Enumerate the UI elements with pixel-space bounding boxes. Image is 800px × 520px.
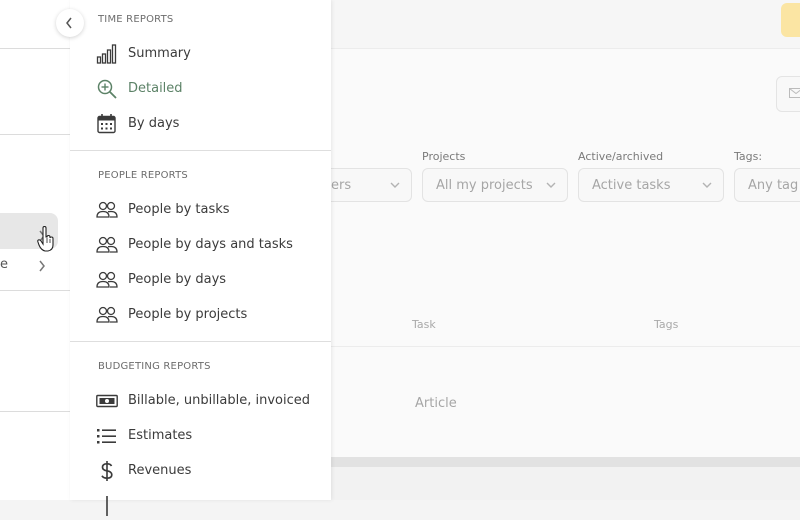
chevron-down-icon [545, 179, 557, 191]
menu-item-label: By days [128, 116, 179, 131]
active-archived-select[interactable]: Active tasks [578, 168, 724, 202]
menu-item-partial[interactable] [96, 492, 326, 520]
active-archived-label: Active/archived [578, 150, 663, 163]
mail-icon [789, 88, 800, 98]
dollar-icon [96, 495, 118, 517]
select-value: Active tasks [592, 178, 670, 193]
calendar-icon [96, 113, 118, 135]
divider [0, 134, 70, 135]
menu-item-label: People by days [128, 272, 226, 287]
menu-item-label: Estimates [128, 428, 192, 443]
menu-item-people-by-projects[interactable]: People by projects [96, 301, 326, 329]
menu-item-people-by-days[interactable]: People by days [96, 266, 326, 294]
section-divider [70, 341, 331, 342]
menu-item-label: Summary [128, 46, 191, 61]
bar-chart-icon [96, 43, 118, 65]
menu-item-label: Detailed [128, 81, 183, 96]
menu-item-label: People by projects [128, 307, 247, 322]
tags-label: Tags: [734, 150, 762, 163]
people-icon [96, 199, 118, 221]
horizontal-scrollbar[interactable] [331, 457, 800, 467]
banknote-icon [96, 390, 118, 412]
select-value: All my projects [436, 178, 533, 193]
tags-placeholder: Any tag [748, 178, 798, 193]
menu-item-detailed[interactable]: Detailed [96, 75, 326, 103]
zoom-in-icon [96, 78, 118, 100]
section-title-budgeting-reports: BUDGETING REPORTS [98, 361, 211, 372]
chevron-down-icon [389, 179, 401, 191]
menu-item-people-by-days-and-tasks[interactable]: People by days and tasks [96, 231, 326, 259]
table-cell-task: Article [415, 396, 457, 411]
projects-label: Projects [422, 150, 465, 163]
chevron-right-icon[interactable] [38, 258, 46, 276]
divider [0, 290, 70, 291]
section-title-time-reports: TIME REPORTS [98, 14, 173, 25]
menu-item-revenues[interactable]: Revenues [96, 457, 326, 485]
select-value: ers [331, 178, 351, 193]
email-button[interactable] [776, 76, 800, 112]
column-header-tags: Tags [654, 318, 678, 331]
nav-item-label[interactable]: e [0, 257, 8, 272]
people-icon [96, 304, 118, 326]
collapse-sidebar-button[interactable] [56, 9, 84, 37]
people-icon [96, 234, 118, 256]
menu-item-people-by-tasks[interactable]: People by tasks [96, 196, 326, 224]
chevron-down-icon [701, 179, 713, 191]
section-divider [70, 150, 331, 151]
tags-input[interactable]: Any tag [734, 168, 800, 202]
people-icon [96, 269, 118, 291]
divider [0, 411, 70, 412]
reports-menu-panel: TIME REPORTS Summary Detailed By days [70, 0, 331, 500]
menu-item-label: Billable, unbillable, invoiced [128, 393, 310, 408]
dollar-icon [96, 460, 118, 482]
primary-action-button[interactable] [781, 3, 800, 37]
menu-item-billable-unbillable-invoiced[interactable]: Billable, unbillable, invoiced [96, 387, 326, 415]
projects-select[interactable]: All my projects [422, 168, 568, 202]
menu-item-label: Revenues [128, 463, 191, 478]
left-nav: e [0, 0, 70, 500]
header-divider [331, 346, 800, 347]
hand-cursor-icon [37, 226, 55, 252]
list-icon [96, 425, 118, 447]
menu-item-label: People by days and tasks [128, 237, 293, 252]
top-bar [331, 0, 800, 49]
footer-area [331, 467, 800, 500]
menu-item-label: People by tasks [128, 202, 230, 217]
menu-item-estimates[interactable]: Estimates [96, 422, 326, 450]
section-title-people-reports: PEOPLE REPORTS [98, 170, 188, 181]
menu-item-summary[interactable]: Summary [96, 40, 326, 68]
menu-item-by-days[interactable]: By days [96, 110, 326, 138]
divider [0, 48, 70, 49]
chevron-left-icon [65, 17, 73, 29]
column-header-task: Task [412, 318, 436, 331]
